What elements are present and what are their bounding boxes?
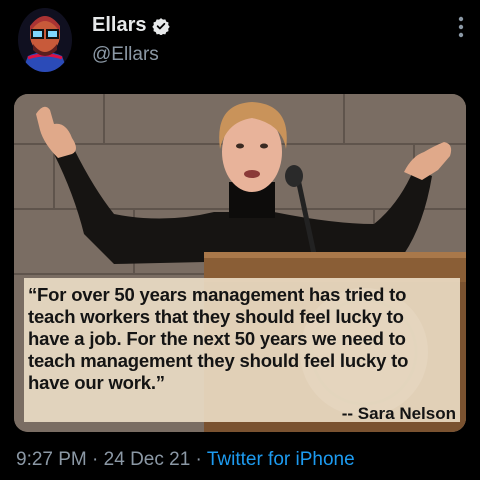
display-name-text: Ellars: [92, 14, 147, 36]
display-name[interactable]: Ellars: [92, 14, 171, 37]
handle[interactable]: @Ellars: [92, 44, 159, 66]
quote-attribution: -- Sara Nelson: [341, 404, 456, 423]
tweet-meta: 9:27 PM · 24 Dec 21 · Twitter for iPhone: [16, 449, 355, 471]
meta-separator: ·: [86, 449, 104, 470]
tweet-media-image[interactable]: “For over 50 years management has tried …: [14, 94, 466, 432]
tweet-source-link[interactable]: Twitter for iPhone: [207, 449, 355, 470]
avatar[interactable]: [18, 8, 72, 72]
quote-text: “For over 50 years management has tried …: [28, 284, 409, 393]
meta-separator-2: ·: [190, 449, 207, 470]
tweet-date[interactable]: 24 Dec 21: [104, 449, 191, 470]
verified-badge-icon: [152, 17, 171, 35]
tweet-time[interactable]: 9:27 PM: [16, 449, 87, 470]
more-vertical-icon[interactable]: [458, 16, 464, 38]
